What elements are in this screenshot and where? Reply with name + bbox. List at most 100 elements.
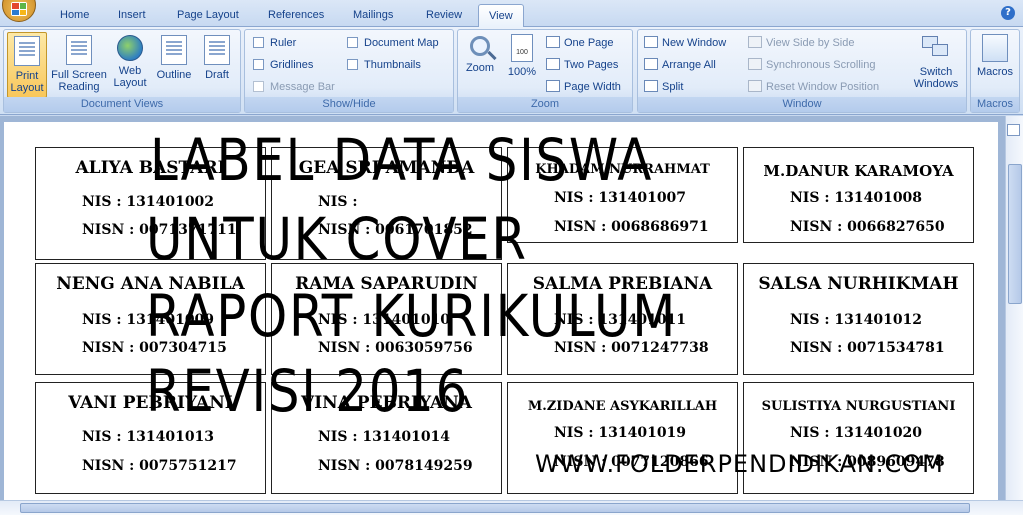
reset-window-position-label: Reset Window Position	[766, 81, 880, 93]
one-page-label: One Page	[564, 37, 614, 49]
message-bar-label: Message Bar	[270, 81, 335, 93]
student-name: M.DANUR KARAMOYA	[763, 162, 954, 180]
reset-window-position-button: Reset Window Position	[748, 78, 879, 96]
horizontal-scroll-thumb[interactable]	[20, 503, 970, 513]
outline-icon	[161, 35, 187, 65]
tab-view[interactable]: View	[478, 4, 524, 28]
horizontal-scrollbar[interactable]	[0, 500, 1023, 515]
student-nisn: NISN : 0066827650	[790, 219, 945, 235]
one-page-button[interactable]: One Page	[546, 34, 614, 52]
vertical-scroll-thumb[interactable]	[1008, 164, 1022, 304]
macros-label: Macros	[976, 66, 1014, 78]
tab-home[interactable]: Home	[58, 6, 91, 27]
student-nisn: NISN : 0071534781	[790, 340, 945, 356]
web-layout-label: Web Layout	[113, 65, 147, 89]
web-layout-button[interactable]: Web Layout	[110, 32, 150, 98]
group-label-show-hide: Show/Hide	[245, 97, 453, 112]
print-layout-icon	[14, 36, 40, 66]
message-bar-check-icon	[253, 81, 264, 92]
tab-page-layout[interactable]: Page Layout	[175, 6, 241, 27]
switch-windows-icon	[920, 34, 952, 62]
student-nisn: NISN : 0068686971	[554, 219, 709, 235]
arrange-all-button[interactable]: Arrange All	[644, 56, 716, 74]
outline-button[interactable]: Outline	[152, 32, 196, 98]
print-layout-button[interactable]: Print Layout	[7, 32, 47, 98]
page-width-icon	[546, 80, 560, 92]
hundred-percent-icon: 100	[511, 34, 533, 62]
macros-button[interactable]: Macros	[973, 32, 1017, 98]
outline-label: Outline	[156, 69, 192, 81]
tab-mailings[interactable]: Mailings	[351, 6, 395, 27]
full-screen-reading-label: Full Screen Reading	[51, 69, 107, 93]
tab-insert[interactable]: Insert	[116, 6, 148, 27]
label-card: M.DANUR KARAMOYA NIS : 131401008 NISN : …	[743, 147, 974, 243]
group-macros: Macros Macros	[970, 29, 1020, 113]
view-side-by-side-label: View Side by Side	[766, 37, 855, 49]
overlay-title-line-1: LABEL DATA SISWA	[150, 126, 654, 194]
reset-window-position-icon	[748, 80, 762, 92]
student-name: SULISTIYA NURGUSTIANI	[761, 399, 956, 414]
view-side-by-side-button: View Side by Side	[748, 34, 854, 52]
watermark-url: WWW.FOLDERPENDIDIKAN.COM	[535, 450, 944, 478]
student-name: SALSA NURHIKMAH	[758, 274, 959, 294]
macros-icon	[982, 34, 1008, 62]
zoom-button[interactable]: Zoom	[462, 32, 498, 98]
page-width-button[interactable]: Page Width	[546, 78, 621, 96]
overlay-title-line-2: UNTUK COVER	[146, 205, 528, 273]
group-document-views: Print Layout Full Screen Reading Web Lay…	[3, 29, 241, 113]
hundred-percent-button[interactable]: 100 100%	[502, 32, 542, 98]
draft-button[interactable]: Draft	[198, 32, 236, 98]
thumbnails-checkbox[interactable]: Thumbnails	[347, 56, 421, 74]
word-window: Home Insert Page Layout References Maili…	[0, 0, 1023, 515]
zoom-label: Zoom	[465, 62, 495, 74]
document-map-checkbox[interactable]: Document Map	[347, 34, 439, 52]
synchronous-scrolling-icon	[748, 58, 762, 70]
full-screen-reading-button[interactable]: Full Screen Reading	[50, 32, 108, 98]
view-side-by-side-icon	[748, 36, 762, 48]
vertical-scrollbar[interactable]	[1005, 116, 1023, 500]
synchronous-scrolling-button: Synchronous Scrolling	[748, 56, 875, 74]
office-button-icon[interactable]	[2, 0, 36, 22]
group-zoom: Zoom 100 100% One Page Two Pages Page Wi…	[457, 29, 633, 113]
tab-references[interactable]: References	[266, 6, 326, 27]
two-pages-icon	[546, 58, 560, 70]
gridlines-checkbox[interactable]: Gridlines	[253, 56, 313, 74]
thumbnails-check-icon	[347, 59, 358, 70]
draft-label: Draft	[205, 69, 229, 81]
group-label-window: Window	[638, 97, 966, 112]
student-nis: NIS : 131401019	[554, 425, 687, 441]
split-button[interactable]: Split	[644, 78, 683, 96]
ruler-check-icon	[253, 37, 264, 48]
student-nisn: NISN : 0075751217	[82, 458, 237, 474]
ribbon-tab-bar: Home Insert Page Layout References Maili…	[0, 0, 1023, 28]
ruler-toggle-icon[interactable]	[1007, 124, 1020, 136]
student-nis: NIS : 131401020	[790, 425, 923, 441]
synchronous-scrolling-label: Synchronous Scrolling	[766, 59, 876, 71]
new-window-label: New Window	[662, 37, 727, 49]
group-show-hide: Ruler Gridlines Message Bar Document Map…	[244, 29, 454, 113]
new-window-button[interactable]: New Window	[644, 34, 726, 52]
arrange-all-icon	[644, 58, 658, 70]
split-label: Split	[662, 81, 684, 93]
gridlines-label: Gridlines	[270, 59, 314, 71]
arrange-all-label: Arrange All	[662, 59, 716, 71]
tab-review[interactable]: Review	[424, 6, 464, 27]
student-nis: NIS : 131401012	[790, 312, 923, 328]
group-label-macros: Macros	[971, 97, 1019, 112]
two-pages-button[interactable]: Two Pages	[546, 56, 618, 74]
help-icon[interactable]: ?	[1001, 6, 1015, 20]
document-map-check-icon	[347, 37, 358, 48]
one-page-icon	[546, 36, 560, 48]
group-label-zoom: Zoom	[458, 97, 632, 112]
message-bar-checkbox: Message Bar	[253, 78, 335, 96]
overlay-title-line-4: REVISI 2016	[146, 357, 470, 425]
new-window-icon	[644, 36, 658, 48]
document-map-label: Document Map	[364, 37, 439, 49]
thumbnails-label: Thumbnails	[364, 59, 421, 71]
label-card: SALSA NURHIKMAH NIS : 131401012 NISN : 0…	[743, 263, 974, 375]
split-icon	[644, 80, 658, 92]
web-layout-icon	[117, 35, 143, 61]
ruler-checkbox[interactable]: Ruler	[253, 34, 296, 52]
switch-windows-button[interactable]: Switch Windows	[908, 32, 964, 98]
student-nis: NIS : 131401013	[82, 429, 215, 445]
